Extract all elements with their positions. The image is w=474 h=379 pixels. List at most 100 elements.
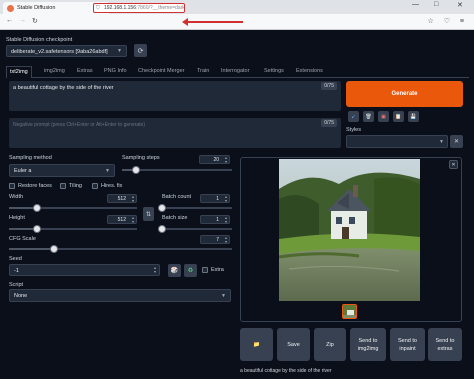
url-input[interactable]: ⛉ 192.168.1.156:7860/?__theme=dark [93, 3, 185, 13]
width-slider[interactable] [9, 204, 137, 212]
height-slider-thumb[interactable] [33, 225, 42, 233]
tab-train[interactable]: Train [197, 66, 209, 78]
browser-menu-icons[interactable]: ☆ ♡ ≡ [427, 17, 468, 25]
sampling-method-value: Euler a [14, 168, 32, 174]
random-seed-button[interactable]: 🎲 [168, 264, 181, 277]
dice-icon: 🎲 [170, 268, 179, 274]
main-tabs: txt2img img2img Extras PNG Info Checkpoi… [6, 66, 469, 78]
swap-icon: ⇅ [145, 211, 152, 218]
restore-faces-checkbox[interactable]: Restore faces [9, 183, 52, 189]
cfg-scale-slider-thumb[interactable] [49, 245, 58, 253]
clipboard-button[interactable]: 📋 [393, 111, 404, 122]
seed-value: -1 [14, 268, 19, 274]
extra-seed-checkbox[interactable]: Extra [202, 267, 224, 273]
height-input[interactable]: 512 ▴ ▾ [107, 215, 137, 224]
batch-count-input[interactable]: 1 ▴ ▾ [200, 194, 230, 203]
chevron-down-icon: ▼ [117, 48, 122, 54]
maximize-icon[interactable]: □ [434, 1, 438, 8]
spinner-icon[interactable]: ▴ ▾ [154, 266, 156, 274]
extra-networks-button[interactable]: ▣ [378, 111, 389, 122]
tab-txt2img[interactable]: txt2img [6, 66, 32, 78]
spinner-icon[interactable]: ▴ ▾ [225, 216, 227, 224]
tab-png-info[interactable]: PNG Info [104, 66, 127, 78]
trash-button[interactable]: 🗑 [363, 111, 374, 122]
spinner-icon[interactable]: ▴ ▾ [132, 195, 134, 203]
minimize-icon[interactable]: — [412, 1, 419, 8]
hires-fix-label: Hires. fix [101, 183, 123, 189]
script-label: Script [9, 282, 24, 288]
close-window-icon[interactable]: ✕ [457, 1, 463, 9]
checkpoint-select[interactable]: deliberate_v2.safetensors [9aba26abdf] ▼ [6, 45, 127, 57]
sampling-method-label: Sampling method [9, 155, 52, 161]
forward-icon[interactable]: → [19, 17, 26, 24]
send-to-img2img-button[interactable]: Send to img2img [350, 328, 386, 361]
swap-dimensions-button[interactable]: ⇅ [143, 207, 154, 221]
prompt-text: a beautiful cottage by the side of the r… [13, 85, 114, 91]
generate-button[interactable]: Generate [346, 81, 463, 107]
send-to-inpaint-button[interactable]: Send to inpaint [390, 328, 425, 361]
zip-button[interactable]: Zip [314, 328, 346, 361]
checkpoint-label: Stable Diffusion checkpoint [6, 37, 73, 43]
tab-interrogator[interactable]: Interrogator [221, 66, 249, 78]
restore-faces-label: Restore faces [18, 183, 52, 189]
sampling-steps-input[interactable]: 20 ▴ ▾ [199, 155, 230, 164]
script-select[interactable]: None ▼ [9, 289, 231, 302]
tab-extras[interactable]: Extras [77, 66, 93, 78]
sampling-steps-slider-thumb[interactable] [132, 166, 141, 174]
send-to-extras-button[interactable]: Send to extras [428, 328, 462, 361]
generated-image[interactable] [279, 159, 420, 301]
tab-settings[interactable]: Settings [264, 66, 284, 78]
seed-input[interactable]: -1 ▴ ▾ [9, 264, 160, 276]
save-style-button[interactable]: 💾 [408, 111, 419, 122]
checkbox-icon [202, 267, 208, 273]
batch-size-slider[interactable] [158, 225, 232, 233]
url-path: :7860/?__theme=dark [135, 5, 185, 11]
save-button[interactable]: Save [277, 328, 310, 361]
sampling-method-select[interactable]: Euler a ▼ [9, 164, 115, 177]
sampling-steps-slider[interactable] [122, 166, 232, 174]
negative-prompt-input[interactable]: Negative prompt (press Ctrl+Enter or Alt… [9, 118, 341, 148]
spinner-icon[interactable]: ▴ ▾ [225, 195, 227, 203]
batch-count-slider-thumb[interactable] [158, 204, 166, 212]
favicon-icon [7, 4, 14, 12]
width-input[interactable]: 512 ▴ ▾ [107, 194, 137, 203]
open-folder-button[interactable]: 📁 [240, 328, 273, 361]
hires-fix-checkbox[interactable]: Hires. fix [92, 183, 122, 189]
batch-size-input[interactable]: 1 ▴ ▾ [200, 215, 230, 224]
chevron-down-icon: ▼ [105, 168, 110, 174]
prompt-input[interactable]: a beautiful cottage by the side of the r… [9, 81, 341, 111]
tab-img2img[interactable]: img2img [44, 66, 65, 78]
back-icon[interactable]: ← [6, 17, 13, 24]
styles-dropdown-button[interactable]: ✕ [450, 135, 463, 148]
annotation-arrow-head [182, 18, 188, 26]
styles-select[interactable]: ▼ [346, 135, 448, 148]
read-params-button[interactable]: ↙ [348, 111, 359, 122]
url-host: 192.168.1.156 [104, 5, 136, 11]
cfg-scale-input[interactable]: 7 ▴ ▾ [200, 235, 230, 244]
checkpoint-refresh-button[interactable]: ⟳ [134, 44, 147, 57]
chevron-down-icon: ▼ [221, 293, 226, 299]
spinner-icon[interactable]: ▴ ▾ [225, 156, 227, 164]
gallery-thumbnail[interactable] [342, 304, 357, 319]
close-icon[interactable]: ✕ [449, 160, 458, 169]
width-slider-thumb[interactable] [33, 204, 42, 212]
batch-count-value: 1 [216, 195, 219, 202]
spinner-icon[interactable]: ▴ ▾ [225, 236, 227, 244]
batch-size-slider-thumb[interactable] [158, 225, 166, 233]
tiling-checkbox[interactable]: Tiling [60, 183, 82, 189]
tab-checkpoint-merger[interactable]: Checkpoint Merger [138, 66, 184, 78]
tab-extensions[interactable]: Extensions [296, 66, 323, 78]
spinner-icon[interactable]: ▴ ▾ [132, 216, 134, 224]
batch-count-slider[interactable] [158, 204, 232, 212]
height-value: 512 [117, 216, 126, 223]
picture-icon: ▣ [381, 113, 386, 120]
seed-label: Seed [9, 256, 22, 262]
reuse-seed-button[interactable]: ♻ [184, 264, 197, 277]
negative-prompt-placeholder: Negative prompt (press Ctrl+Enter or Alt… [13, 122, 146, 128]
checkpoint-value: deliberate_v2.safetensors [9aba26abdf] [11, 49, 108, 55]
clipboard-icon: 📋 [395, 113, 402, 120]
reload-icon[interactable]: ↻ [32, 17, 38, 25]
cfg-scale-slider[interactable] [9, 245, 232, 253]
height-slider[interactable] [9, 225, 137, 233]
negative-token-counter: 0/75 [321, 119, 337, 127]
